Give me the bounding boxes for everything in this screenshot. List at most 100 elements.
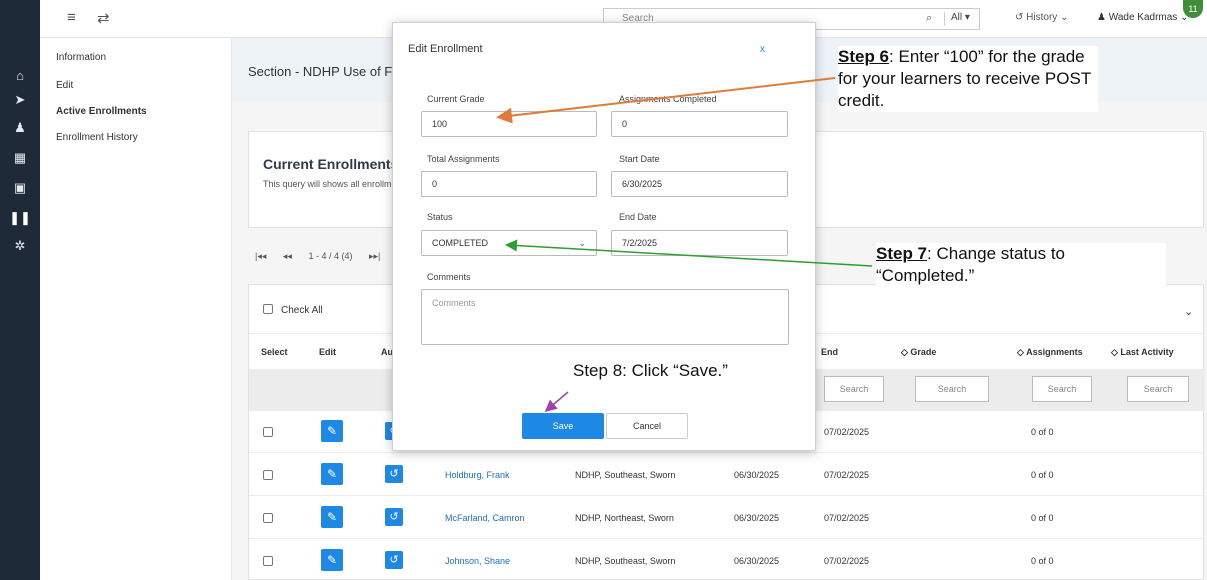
start-date-input[interactable]: 6/30/2025 [611, 171, 788, 197]
row-end-date: 07/02/2025 [824, 513, 870, 523]
cancel-button[interactable]: Cancel [606, 413, 688, 439]
send-icon[interactable]: ➤ [0, 92, 40, 108]
table-row: ✎ ↺ Johnson, Shane NDHP, Southeast, Swor… [249, 540, 1205, 580]
total-assignments-label: Total Assignments [427, 154, 500, 164]
step6-title: Step 6 [838, 47, 890, 66]
chevron-down-icon[interactable]: ⌄ [1184, 305, 1193, 318]
search-scope-dropdown[interactable]: All ▾ [944, 12, 970, 26]
comments-textarea[interactable]: Comments [421, 289, 789, 345]
next-page-button[interactable]: ▸▸| [369, 251, 380, 261]
audit-button[interactable]: ↺ [385, 508, 403, 526]
section-title: Section - NDHP Use of For [248, 64, 404, 79]
assignments-filter-input[interactable]: Search [1032, 376, 1092, 402]
chevron-down-icon: ⌄ [578, 238, 586, 248]
edit-button[interactable]: ✎ [321, 420, 343, 442]
search-icon[interactable]: ⌕ [926, 12, 932, 25]
home-icon[interactable]: ⌂ [0, 68, 40, 83]
row-start-date: 06/30/2025 [734, 470, 780, 480]
save-icon[interactable]: ▣ [0, 180, 40, 196]
step7-title: Step 7 [876, 244, 928, 263]
row-checkbox[interactable] [263, 470, 273, 480]
end-date-label: End Date [619, 212, 657, 222]
status-select[interactable]: COMPLETED ⌄ [421, 230, 597, 256]
comments-label: Comments [427, 272, 471, 282]
save-button[interactable]: Save [522, 413, 604, 439]
section-subnav: Information Edit Active Enrollments Enro… [40, 38, 232, 580]
audit-button[interactable]: ↺ [385, 465, 403, 483]
col-assignments[interactable]: ◇ Assignments [1017, 347, 1083, 358]
col-end[interactable]: End [821, 347, 838, 357]
edit-button[interactable]: ✎ [321, 463, 343, 485]
last-activity-filter-input[interactable]: Search [1127, 376, 1189, 402]
subnav-item-enrollment-history[interactable]: Enrollment History [56, 132, 138, 143]
table-row: ✎ ↺ Holdburg, Frank NDHP, Southeast, Swo… [249, 454, 1205, 496]
person-icon[interactable]: ♟ [0, 120, 40, 136]
check-all[interactable]: Check All [263, 304, 323, 316]
subnav-item-edit[interactable]: Edit [56, 80, 73, 91]
dialog-title: Edit Enrollment [408, 43, 483, 55]
check-all-checkbox[interactable] [263, 304, 273, 314]
start-date-label: Start Date [619, 154, 660, 164]
col-edit: Edit [319, 347, 336, 357]
assignments-completed-label: Assignments Completed [619, 94, 717, 104]
status-label: Status [427, 212, 453, 222]
end-filter-input[interactable]: Search [824, 376, 884, 402]
left-icon-rail: ⌂ ➤ ♟ ▦ ▣ ❚❚ ✲ [0, 0, 40, 580]
audit-button[interactable]: ↺ [385, 551, 403, 569]
row-checkbox[interactable] [263, 513, 273, 523]
status-value: COMPLETED [432, 238, 489, 248]
table-row: ✎ ↺ McFarland, Camron NDHP, Northeast, S… [249, 497, 1205, 539]
row-start-date: 06/30/2025 [734, 513, 780, 523]
step8-annotation: Step 8: Click “Save.” [573, 360, 789, 382]
end-date-input[interactable]: 7/2/2025 [611, 230, 788, 256]
subnav-item-information[interactable]: Information [56, 52, 106, 63]
current-grade-input[interactable]: 100 [421, 111, 597, 137]
prev-page-button[interactable]: ◂◂ [283, 251, 292, 261]
row-section: NDHP, Southeast, Sworn [575, 556, 676, 566]
assignments-completed-input[interactable]: 0 [611, 111, 788, 137]
row-end-date: 07/02/2025 [824, 556, 870, 566]
edit-button[interactable]: ✎ [321, 549, 343, 571]
row-section: NDHP, Northeast, Sworn [575, 513, 674, 523]
step6-annotation: Step 6: Enter “100” for the grade for yo… [838, 46, 1098, 112]
row-start-date: 06/30/2025 [734, 556, 780, 566]
pagination: |◂◂ ◂◂ 1 - 4 / 4 (4) ▸▸| [255, 251, 394, 262]
user-name: Wade Kadrmas ⌄ [1108, 12, 1189, 23]
history-menu[interactable]: ↺ History ⌄ [1015, 12, 1068, 23]
step7-annotation: Step 7: Change status to “Completed.” [876, 243, 1166, 287]
first-page-button[interactable]: |◂◂ [255, 251, 266, 261]
library-icon[interactable]: ❚❚ [0, 210, 40, 226]
total-assignments-input[interactable]: 0 [421, 171, 597, 197]
user-icon: ♟ [1097, 12, 1106, 23]
page-range: 1 - 4 / 4 (4) [308, 251, 353, 261]
history-label: History ⌄ [1026, 12, 1069, 23]
edit-button[interactable]: ✎ [321, 506, 343, 528]
edit-enrollment-dialog: Edit Enrollment x Current Grade 100 Assi… [392, 22, 816, 451]
row-checkbox[interactable] [263, 556, 273, 566]
close-icon[interactable]: x [760, 44, 765, 55]
row-checkbox[interactable] [263, 427, 273, 437]
row-assignments: 0 of 0 [1031, 513, 1054, 523]
user-menu[interactable]: ♟ Wade Kadrmas ⌄ [1097, 12, 1188, 23]
row-end-date: 07/02/2025 [824, 470, 870, 480]
col-last-activity[interactable]: ◇ Last Activity [1111, 347, 1174, 358]
menu-icon[interactable]: ≡ [67, 9, 76, 26]
col-grade[interactable]: ◇ Grade [901, 347, 936, 358]
col-select: Select [261, 347, 288, 357]
calendar-icon[interactable]: ▦ [0, 150, 40, 166]
row-assignments: 0 of 0 [1031, 427, 1054, 437]
grade-filter-input[interactable]: Search [915, 376, 989, 402]
row-learner-name[interactable]: Johnson, Shane [445, 556, 510, 566]
subnav-item-active-enrollments[interactable]: Active Enrollments [56, 106, 147, 117]
row-learner-name[interactable]: Holdburg, Frank [445, 470, 510, 480]
row-learner-name[interactable]: McFarland, Camron [445, 513, 525, 523]
gear-icon[interactable]: ✲ [0, 238, 40, 254]
swap-icon[interactable]: ⇄ [97, 9, 110, 27]
check-all-label: Check All [281, 305, 323, 316]
current-grade-label: Current Grade [427, 94, 485, 104]
row-assignments: 0 of 0 [1031, 470, 1054, 480]
row-section: NDHP, Southeast, Sworn [575, 470, 676, 480]
enrollments-title: Current Enrollments: [263, 156, 404, 172]
row-assignments: 0 of 0 [1031, 556, 1054, 566]
row-end-date: 07/02/2025 [824, 427, 870, 437]
